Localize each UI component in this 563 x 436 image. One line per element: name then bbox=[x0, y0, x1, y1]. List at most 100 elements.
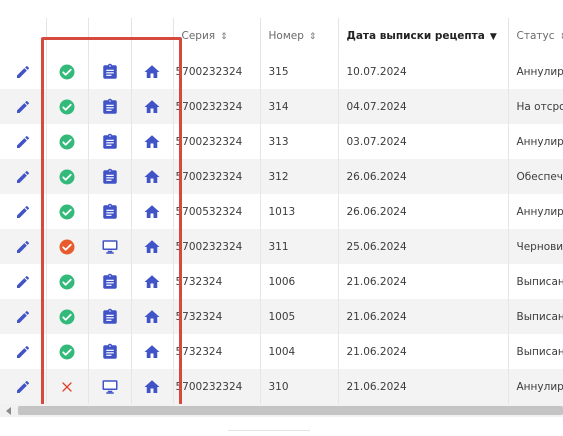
sort-icon[interactable]: ⇕ bbox=[220, 32, 228, 42]
pencil-icon[interactable] bbox=[15, 64, 31, 80]
sort-desc-icon[interactable]: ▼ bbox=[490, 32, 497, 42]
home-icon[interactable] bbox=[143, 378, 161, 396]
table-row[interactable]: 5732324 1006 21.06.2024 Выписан bbox=[0, 264, 563, 299]
series-cell: 5700232324 bbox=[173, 54, 260, 89]
date-cell: 26.06.2024 bbox=[338, 194, 508, 229]
pencil-icon[interactable] bbox=[15, 344, 31, 360]
edit-cell[interactable] bbox=[0, 334, 46, 369]
status-cell: Аннулиро bbox=[508, 369, 563, 404]
edit-cell[interactable] bbox=[0, 264, 46, 299]
sort-icon[interactable]: ⇕ bbox=[309, 32, 317, 42]
home-cell[interactable] bbox=[131, 334, 173, 369]
clipboard-icon[interactable] bbox=[101, 273, 119, 291]
clipboard-icon[interactable] bbox=[101, 308, 119, 326]
table-row[interactable]: 5732324 1004 21.06.2024 Выписан bbox=[0, 334, 563, 369]
pencil-icon[interactable] bbox=[15, 309, 31, 325]
clipboard-icon[interactable] bbox=[101, 343, 119, 361]
edit-cell[interactable] bbox=[0, 194, 46, 229]
table-row[interactable]: 5700232324 310 21.06.2024 Аннулиро bbox=[0, 369, 563, 404]
home-icon[interactable] bbox=[143, 98, 161, 116]
home-cell[interactable] bbox=[131, 54, 173, 89]
home-cell[interactable] bbox=[131, 194, 173, 229]
scrollbar-thumb[interactable] bbox=[18, 406, 563, 415]
home-cell[interactable] bbox=[131, 369, 173, 404]
pencil-icon[interactable] bbox=[15, 274, 31, 290]
home-cell[interactable] bbox=[131, 159, 173, 194]
document-cell[interactable] bbox=[88, 229, 131, 264]
edit-cell[interactable] bbox=[0, 159, 46, 194]
monitor-icon[interactable] bbox=[101, 238, 119, 256]
document-cell[interactable] bbox=[88, 54, 131, 89]
number-cell: 315 bbox=[260, 54, 338, 89]
edit-cell[interactable] bbox=[0, 124, 46, 159]
check-circle-icon bbox=[58, 273, 76, 291]
monitor-icon[interactable] bbox=[101, 378, 119, 396]
clipboard-icon[interactable] bbox=[101, 98, 119, 116]
status-icon-cell bbox=[46, 334, 88, 369]
document-cell[interactable] bbox=[88, 89, 131, 124]
pencil-icon[interactable] bbox=[15, 239, 31, 255]
home-icon[interactable] bbox=[143, 308, 161, 326]
prescriptions-table: Серия⇕ Номер⇕ Дата выписки рецепта▼ Стат… bbox=[0, 18, 563, 404]
home-cell[interactable] bbox=[131, 229, 173, 264]
pencil-icon[interactable] bbox=[15, 169, 31, 185]
date-cell: 21.06.2024 bbox=[338, 264, 508, 299]
home-icon[interactable] bbox=[143, 168, 161, 186]
series-cell: 5700532324 bbox=[173, 194, 260, 229]
series-cell: 5700232324 bbox=[173, 124, 260, 159]
clipboard-icon[interactable] bbox=[101, 203, 119, 221]
horizontal-scrollbar[interactable] bbox=[0, 404, 563, 417]
status-icon-cell bbox=[46, 124, 88, 159]
document-cell[interactable] bbox=[88, 194, 131, 229]
home-icon[interactable] bbox=[143, 203, 161, 221]
edit-cell[interactable] bbox=[0, 229, 46, 264]
table-row[interactable]: 5700232324 311 25.06.2024 Черновик bbox=[0, 229, 563, 264]
table-header-row: Серия⇕ Номер⇕ Дата выписки рецепта▼ Стат… bbox=[0, 18, 563, 54]
header-number[interactable]: Номер⇕ bbox=[260, 18, 338, 54]
date-cell: 03.07.2024 bbox=[338, 124, 508, 159]
clipboard-icon[interactable] bbox=[101, 133, 119, 151]
pencil-icon[interactable] bbox=[15, 379, 31, 395]
home-icon[interactable] bbox=[143, 133, 161, 151]
document-cell[interactable] bbox=[88, 264, 131, 299]
status-icon-cell bbox=[46, 89, 88, 124]
table-row[interactable]: 5700232324 315 10.07.2024 Аннулиро bbox=[0, 54, 563, 89]
number-cell: 1006 bbox=[260, 264, 338, 299]
document-cell[interactable] bbox=[88, 334, 131, 369]
table-row[interactable]: 5732324 1005 21.06.2024 Выписан bbox=[0, 299, 563, 334]
edit-cell[interactable] bbox=[0, 369, 46, 404]
header-date[interactable]: Дата выписки рецепта▼ bbox=[338, 18, 508, 54]
sort-icon[interactable]: ⇕ bbox=[560, 32, 563, 42]
edit-cell[interactable] bbox=[0, 89, 46, 124]
header-status[interactable]: Статус⇕ bbox=[508, 18, 563, 54]
home-cell[interactable] bbox=[131, 299, 173, 334]
home-icon[interactable] bbox=[143, 238, 161, 256]
pencil-icon[interactable] bbox=[15, 134, 31, 150]
scroll-left-arrow-icon[interactable] bbox=[6, 407, 11, 415]
home-icon[interactable] bbox=[143, 273, 161, 291]
edit-cell[interactable] bbox=[0, 299, 46, 334]
status-icon-cell bbox=[46, 299, 88, 334]
document-cell[interactable] bbox=[88, 299, 131, 334]
table-row[interactable]: 5700232324 312 26.06.2024 Обеспече bbox=[0, 159, 563, 194]
home-cell[interactable] bbox=[131, 124, 173, 159]
table-row[interactable]: 5700232324 313 03.07.2024 Аннулиро bbox=[0, 124, 563, 159]
table-row[interactable]: 5700532324 1013 26.06.2024 Аннулиро bbox=[0, 194, 563, 229]
home-cell[interactable] bbox=[131, 89, 173, 124]
pencil-icon[interactable] bbox=[15, 204, 31, 220]
clipboard-icon[interactable] bbox=[101, 168, 119, 186]
clipboard-icon[interactable] bbox=[101, 63, 119, 81]
home-cell[interactable] bbox=[131, 264, 173, 299]
edit-cell[interactable] bbox=[0, 54, 46, 89]
document-cell[interactable] bbox=[88, 159, 131, 194]
home-icon[interactable] bbox=[143, 63, 161, 81]
status-icon-cell bbox=[46, 264, 88, 299]
status-cell: Аннулиро bbox=[508, 54, 563, 89]
home-icon[interactable] bbox=[143, 343, 161, 361]
document-cell[interactable] bbox=[88, 369, 131, 404]
check-circle-icon bbox=[58, 63, 76, 81]
document-cell[interactable] bbox=[88, 124, 131, 159]
table-row[interactable]: 5700232324 314 04.07.2024 На отсроч bbox=[0, 89, 563, 124]
pencil-icon[interactable] bbox=[15, 99, 31, 115]
header-series[interactable]: Серия⇕ bbox=[173, 18, 260, 54]
